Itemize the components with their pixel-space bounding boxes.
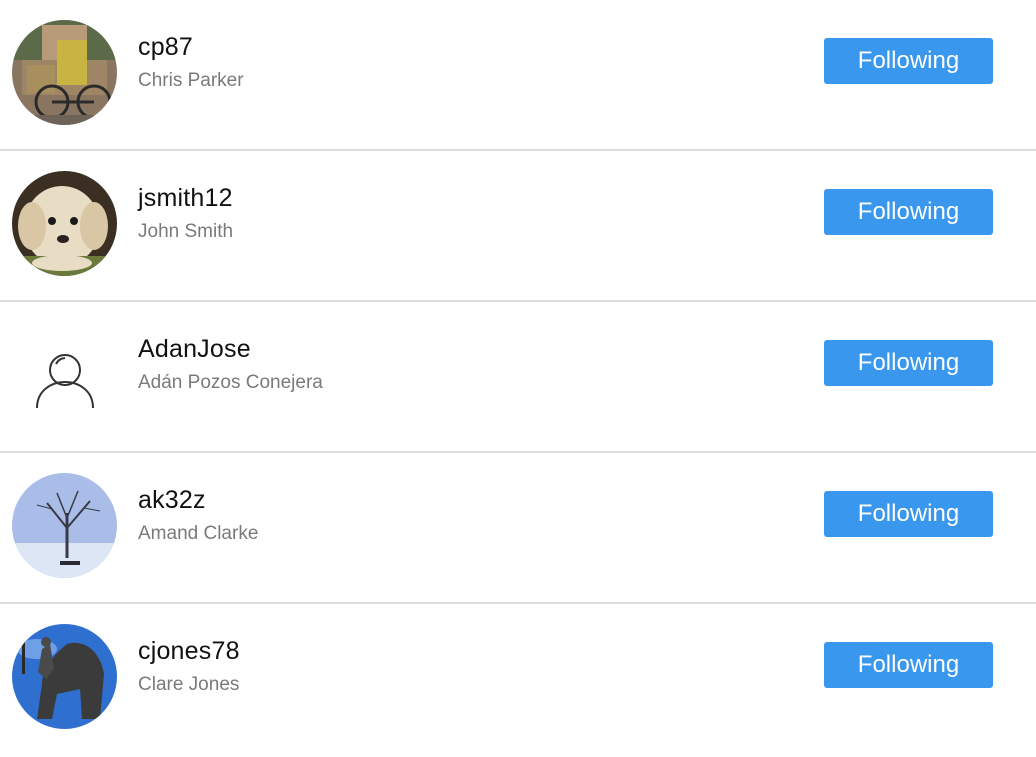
avatar[interactable] [12, 171, 117, 276]
full-name: Chris Parker [138, 70, 244, 91]
following-list: cp87 Chris Parker Following jsmith12 Joh… [0, 0, 1036, 757]
following-button[interactable]: Following [824, 189, 993, 235]
following-button[interactable]: Following [824, 642, 993, 688]
full-name: John Smith [138, 221, 234, 242]
list-item: cjones78 Clare Jones Following [0, 604, 1036, 757]
username[interactable]: cjones78 [138, 637, 240, 666]
username[interactable]: cp87 [138, 33, 193, 62]
following-button[interactable]: Following [824, 491, 993, 537]
puppy-photo [12, 171, 117, 276]
avatar[interactable] [12, 473, 117, 578]
bicycle-photo [12, 20, 117, 125]
list-item: cp87 Chris Parker Following [0, 0, 1036, 151]
avatar[interactable] [12, 322, 117, 427]
avatar[interactable] [12, 20, 117, 125]
list-item: ak32z Amand Clarke Following [0, 453, 1036, 604]
username[interactable]: ak32z [138, 486, 206, 515]
username[interactable]: AdanJose [138, 335, 251, 364]
winter-tree-photo [12, 473, 117, 578]
statue-photo [12, 624, 117, 729]
following-button[interactable]: Following [824, 340, 993, 386]
default-user-icon [12, 322, 117, 427]
full-name: Clare Jones [138, 674, 240, 695]
username[interactable]: jsmith12 [138, 184, 233, 213]
avatar[interactable] [12, 624, 117, 729]
full-name: Adán Pozos Conejera [138, 372, 323, 393]
following-button[interactable]: Following [824, 38, 993, 84]
list-item: jsmith12 John Smith Following [0, 151, 1036, 302]
full-name: Amand Clarke [138, 523, 259, 544]
list-item: AdanJose Adán Pozos Conejera Following [0, 302, 1036, 453]
